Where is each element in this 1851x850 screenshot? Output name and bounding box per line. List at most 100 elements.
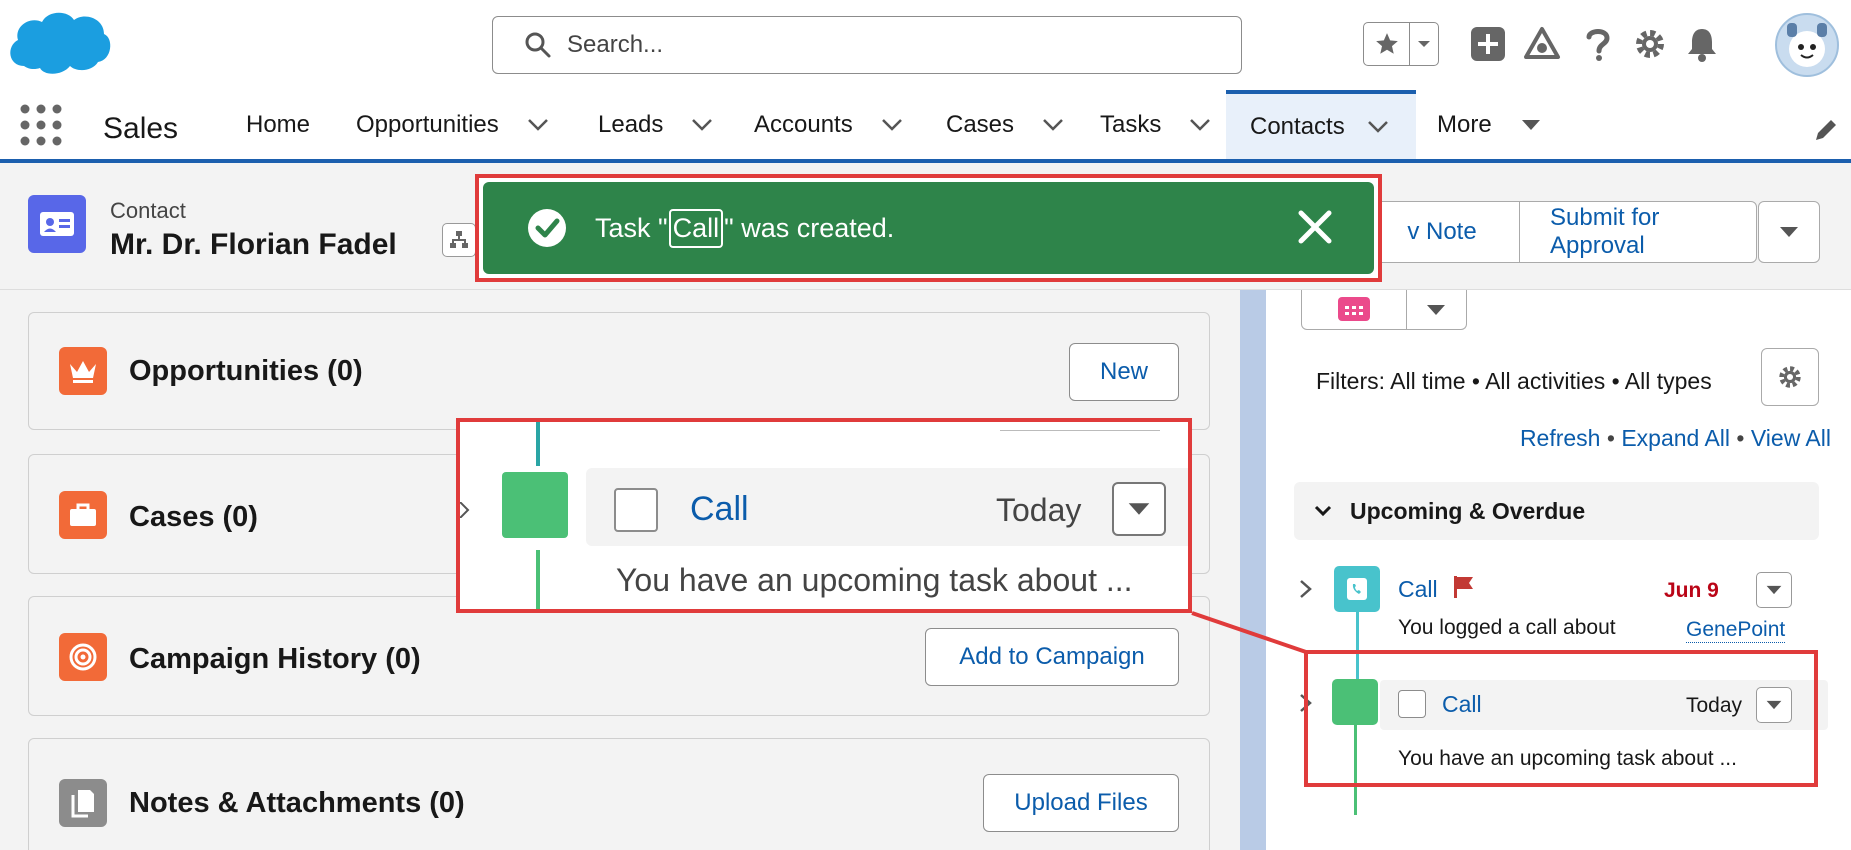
nav-item-home[interactable]: Home [246,90,310,159]
more-actions-button[interactable] [1758,201,1820,263]
chevron-down-icon [1418,41,1430,47]
chevron-down-icon[interactable] [691,118,713,132]
chevron-down-icon[interactable] [1189,118,1211,132]
global-search[interactable] [492,16,1242,74]
nav-item-label: Contacts [1250,112,1345,140]
toast-message: Task " Call " was created. [595,208,894,248]
nav-item-leads[interactable]: Leads [598,90,713,159]
chevron-right-icon[interactable] [460,502,470,518]
favorites-menu-button[interactable] [1410,23,1438,65]
upload-files-button[interactable]: Upload Files [983,774,1179,832]
new-note-button[interactable]: v Note [1365,202,1520,262]
card-title[interactable]: Notes & Attachments (0) [129,787,465,820]
record-name: Mr. Dr. Florian Fadel [110,228,397,261]
task-title[interactable]: Call [690,490,749,529]
card-title[interactable]: Campaign History (0) [129,643,421,676]
nav-item-label: Leads [598,110,664,138]
activity-menu-button[interactable] [1756,572,1792,608]
nav-item-tasks[interactable]: Tasks [1100,90,1211,159]
salesforce-cloud-logo[interactable] [4,6,114,80]
star-icon [1375,33,1398,54]
nav-item-more[interactable]: More [1437,90,1542,159]
global-header [0,0,1851,90]
global-actions-button[interactable] [1466,22,1510,66]
success-toast: Task " Call " was created. [483,182,1374,274]
chevron-down-icon[interactable] [1367,120,1389,134]
timeline-line [536,422,540,466]
call-log-icon [1334,566,1380,612]
success-check-icon [528,209,566,247]
chevron-down-icon[interactable] [1042,118,1064,132]
refresh-link[interactable]: Refresh [1520,425,1601,451]
composer-menu-button[interactable] [1407,290,1466,329]
record-type-label: Contact [110,198,186,223]
search-icon [525,32,551,58]
nav-item-contacts[interactable]: Contacts [1226,90,1416,159]
activity-date: Jun 9 [1664,579,1719,602]
task-description: You have an upcoming task about ... [616,562,1133,598]
plus-icon [1471,27,1505,61]
app-name: Sales [103,112,179,145]
nav-item-label: Accounts [754,110,853,138]
attachment-icon [59,779,107,827]
toast-task-link[interactable]: Call [668,208,724,248]
activity-title[interactable]: Call [1398,576,1438,603]
section-title: Upcoming & Overdue [1350,497,1586,524]
notifications-button[interactable] [1680,22,1724,66]
activity-filters-text: Filters: All time • All activities • All… [1316,368,1712,394]
setup-button[interactable] [1628,22,1672,66]
add-to-campaign-button[interactable]: Add to Campaign [925,628,1179,686]
expand-all-link[interactable]: Expand All [1621,425,1730,451]
hierarchy-icon [450,231,468,248]
activity-links: Refresh • Expand All • View All [1520,425,1831,452]
submit-for-approval-button[interactable]: Submit for Approval [1520,202,1756,262]
link-separator: • [1730,425,1751,451]
trailhead-button[interactable] [1520,22,1564,66]
flag-icon [1454,576,1473,598]
related-account-link[interactable]: GenePoint [1686,618,1786,643]
card-title[interactable]: Cases (0) [129,501,258,534]
chevron-down-icon[interactable] [527,118,549,132]
card-title[interactable]: Opportunities (0) [129,355,363,388]
nav-item-label: More [1437,110,1492,138]
upcoming-overdue-section[interactable]: Upcoming & Overdue [1294,482,1819,540]
bell-icon [1688,29,1716,62]
opportunity-crown-icon [59,347,107,395]
view-all-link[interactable]: View All [1751,425,1831,451]
caret-down-icon [1780,227,1798,237]
astro-avatar-icon [1787,23,1827,67]
gear-icon [1779,366,1801,388]
task-menu-button[interactable] [1112,482,1166,536]
task-date: Today [996,492,1082,528]
nav-item-cases[interactable]: Cases [946,90,1064,159]
toast-highlight-frame: Task " Call " was created. [475,174,1382,282]
submit-label: Submit for Approval [1550,204,1660,259]
app-launcher-icon[interactable] [18,102,64,148]
caret-down-icon [1521,119,1540,130]
new-event-button[interactable] [1302,290,1407,329]
divider [1000,430,1160,431]
contact-card-icon [28,195,86,253]
hierarchy-button[interactable] [442,223,476,257]
nav-item-accounts[interactable]: Accounts [754,90,903,159]
task-complete-checkbox[interactable] [614,488,658,532]
close-icon[interactable] [1296,208,1334,246]
search-input[interactable] [567,31,1167,59]
caret-down-icon [1427,304,1446,315]
favorites-group [1363,22,1439,66]
favorite-star-button[interactable] [1364,23,1410,65]
activity-description: You logged a call about [1398,616,1616,639]
notes-attachments-card: Notes & Attachments (0) Upload Files [28,738,1210,850]
avatar[interactable] [1775,13,1839,77]
nav-item-opportunities[interactable]: Opportunities [356,90,549,159]
new-opportunity-button[interactable]: New [1069,343,1179,401]
highlight-box [1304,650,1818,787]
help-button[interactable] [1576,22,1620,66]
help-icon [1586,29,1610,61]
edit-nav-pencil-icon[interactable] [1812,116,1840,144]
calendar-icon [1337,296,1370,321]
filter-settings-button[interactable] [1761,348,1819,406]
chevron-down-icon[interactable] [881,118,903,132]
record-action-group: v Note Submit for Approval [1364,201,1757,263]
chevron-right-icon[interactable] [1298,578,1314,600]
